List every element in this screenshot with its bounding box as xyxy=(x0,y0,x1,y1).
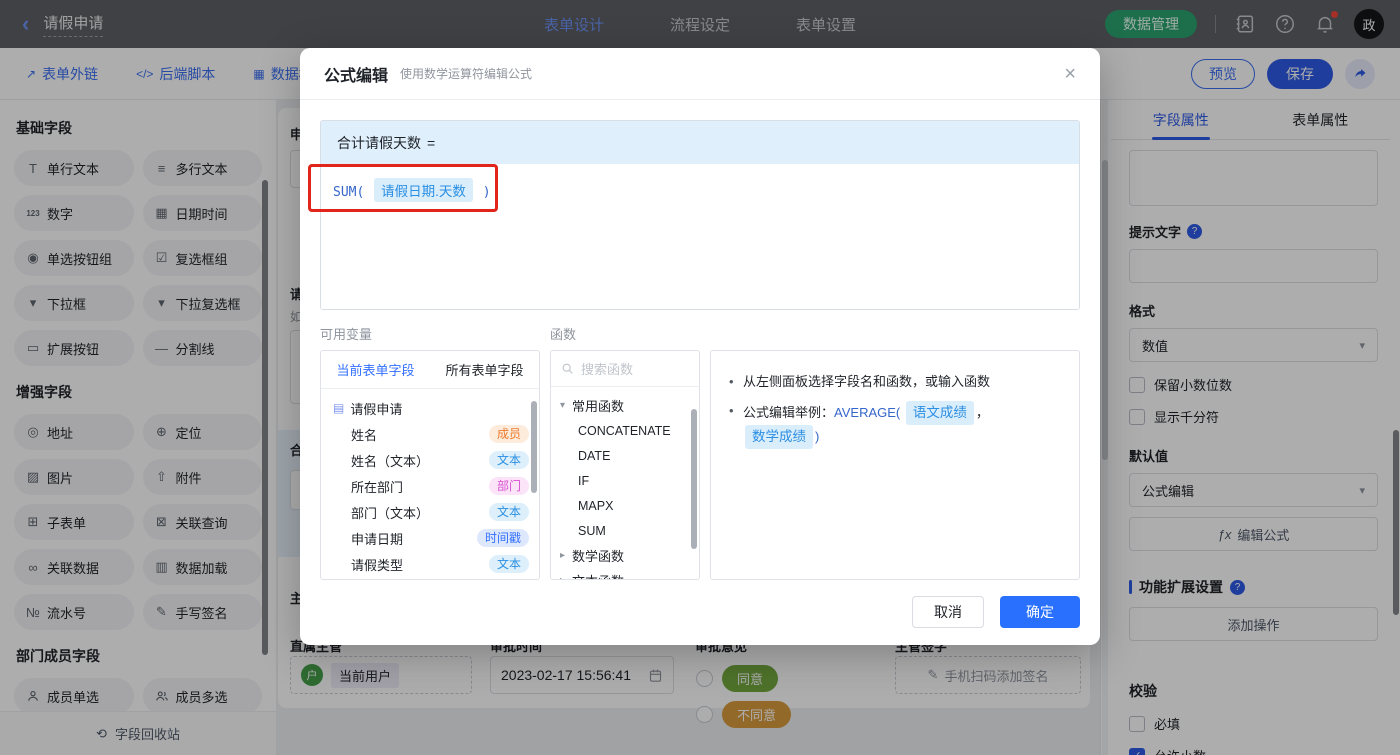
function-group-label: 文本函数 xyxy=(572,571,624,580)
function-search-placeholder: 搜索函数 xyxy=(581,359,633,378)
function-item[interactable]: CONCATENATE xyxy=(551,418,699,443)
variable-type-badge: 时间戳 xyxy=(477,529,529,547)
modal-subtitle: 使用数学运算符编辑公式 xyxy=(400,65,532,82)
formula-target-strip: 合计请假天数 = xyxy=(321,121,1079,164)
variable-row[interactable]: 姓名 成员 xyxy=(321,421,539,447)
function-group[interactable]: ▾常用函数 xyxy=(551,393,699,418)
help-example-prefix: 公式编辑举例： xyxy=(743,405,834,420)
confirm-button[interactable]: 确定 xyxy=(1000,596,1080,628)
cancel-button[interactable]: 取消 xyxy=(912,596,984,628)
variables-tab-1[interactable]: 所有表单字段 xyxy=(430,351,539,388)
variable-row[interactable]: 请假类型 文本 xyxy=(321,551,539,577)
variable-type-badge: 成员 xyxy=(489,425,529,443)
document-icon: ▤ xyxy=(333,401,344,415)
modal-section-labels: 可用变量 函数 xyxy=(320,324,1080,343)
close-icon[interactable]: × xyxy=(1064,64,1076,84)
formula-equals: = xyxy=(427,135,435,151)
help-chip-1: 语文成绩 xyxy=(906,401,974,425)
help-example-fn: AVERAGE( xyxy=(834,405,900,420)
function-group[interactable]: ▸文本函数 xyxy=(551,568,699,580)
variable-type-badge: 文本 xyxy=(489,451,529,469)
variable-row[interactable]: 部门（文本） 文本 xyxy=(321,499,539,525)
annotation-red-box xyxy=(308,164,498,212)
modal-footer: 取消 确定 xyxy=(300,596,1080,628)
function-group-label: 数学函数 xyxy=(572,546,624,565)
functions-scrollbar[interactable] xyxy=(691,409,697,549)
function-item[interactable]: DATE xyxy=(551,443,699,468)
search-icon xyxy=(561,362,574,375)
variable-root-label: 请假申请 xyxy=(350,399,402,418)
chevron-down-icon: ▾ xyxy=(560,400,572,411)
functions-box: 搜索函数 ▾常用函数CONCATENATEDATEIFMAPXSUM▸数学函数▸… xyxy=(550,350,700,580)
variable-row[interactable]: 姓名（文本） 文本 xyxy=(321,447,539,473)
function-search[interactable]: 搜索函数 xyxy=(551,351,699,387)
variable-row[interactable]: 申请日期 时间戳 xyxy=(321,525,539,551)
help-line-1: 从左侧面板选择字段名和函数，或输入函数 xyxy=(729,372,1061,392)
variable-name: 姓名（文本） xyxy=(351,451,429,470)
variables-list: ▤请假申请姓名成员姓名（文本）文本所在部门部门部门（文本）文本申请日期时间戳请假… xyxy=(321,389,539,580)
formula-editor: 合计请假天数 = SUM( 请假日期.天数 ) xyxy=(320,120,1080,310)
modal-columns: 当前表单字段所有表单字段 ▤请假申请姓名成员姓名（文本）文本所在部门部门部门（文… xyxy=(320,350,1080,580)
variables-scrollbar[interactable] xyxy=(531,401,537,493)
modal-header: 公式编辑 使用数学运算符编辑公式 × xyxy=(300,48,1100,100)
help-line-2: 公式编辑举例：AVERAGE( 语文成绩， 数学成绩) xyxy=(729,401,1061,449)
help-chip-2: 数学成绩 xyxy=(745,425,813,449)
help-comma: ， xyxy=(976,405,989,420)
formula-help-box: 从左侧面板选择字段名和函数，或输入函数 公式编辑举例：AVERAGE( 语文成绩… xyxy=(710,350,1080,580)
functions-label: 函数 xyxy=(550,324,576,343)
variable-name: 申请日期 xyxy=(351,529,403,548)
variables-tabs: 当前表单字段所有表单字段 xyxy=(321,351,539,389)
help-example-close: ) xyxy=(815,429,819,444)
variable-row[interactable]: 所在部门 部门 xyxy=(321,473,539,499)
function-item[interactable]: SUM xyxy=(551,518,699,543)
modal-title: 公式编辑 xyxy=(324,62,388,86)
variable-name: 部门（文本） xyxy=(351,503,429,522)
variables-box: 当前表单字段所有表单字段 ▤请假申请姓名成员姓名（文本）文本所在部门部门部门（文… xyxy=(320,350,540,580)
formula-editor-modal: 公式编辑 使用数学运算符编辑公式 × 合计请假天数 = SUM( 请假日期.天数… xyxy=(300,48,1100,645)
function-group[interactable]: ▸数学函数 xyxy=(551,543,699,568)
variable-name: 所在部门 xyxy=(351,477,403,496)
function-item[interactable]: MAPX xyxy=(551,493,699,518)
variables-label: 可用变量 xyxy=(320,324,550,343)
function-item[interactable]: IF xyxy=(551,468,699,493)
variable-tree-root[interactable]: ▤ 请假申请 xyxy=(321,395,539,421)
chevron-right-icon: ▸ xyxy=(560,575,572,580)
variable-type-badge: 文本 xyxy=(489,555,529,573)
variable-name: 姓名 xyxy=(351,425,377,444)
variable-type-badge: 文本 xyxy=(489,503,529,521)
chevron-right-icon: ▸ xyxy=(560,550,572,561)
variable-name: 请假类型 xyxy=(351,555,403,574)
formula-target-name: 合计请假天数 xyxy=(337,133,421,153)
form-designer-app: ‹ 请假申请 表单设计流程设定表单设置 数据管理 xyxy=(0,0,1400,755)
variables-tab-0[interactable]: 当前表单字段 xyxy=(321,351,430,388)
function-group-label: 常用函数 xyxy=(572,396,624,415)
function-tree: ▾常用函数CONCATENATEDATEIFMAPXSUM▸数学函数▸文本函数 xyxy=(551,387,699,580)
variable-type-badge: 部门 xyxy=(489,477,529,495)
